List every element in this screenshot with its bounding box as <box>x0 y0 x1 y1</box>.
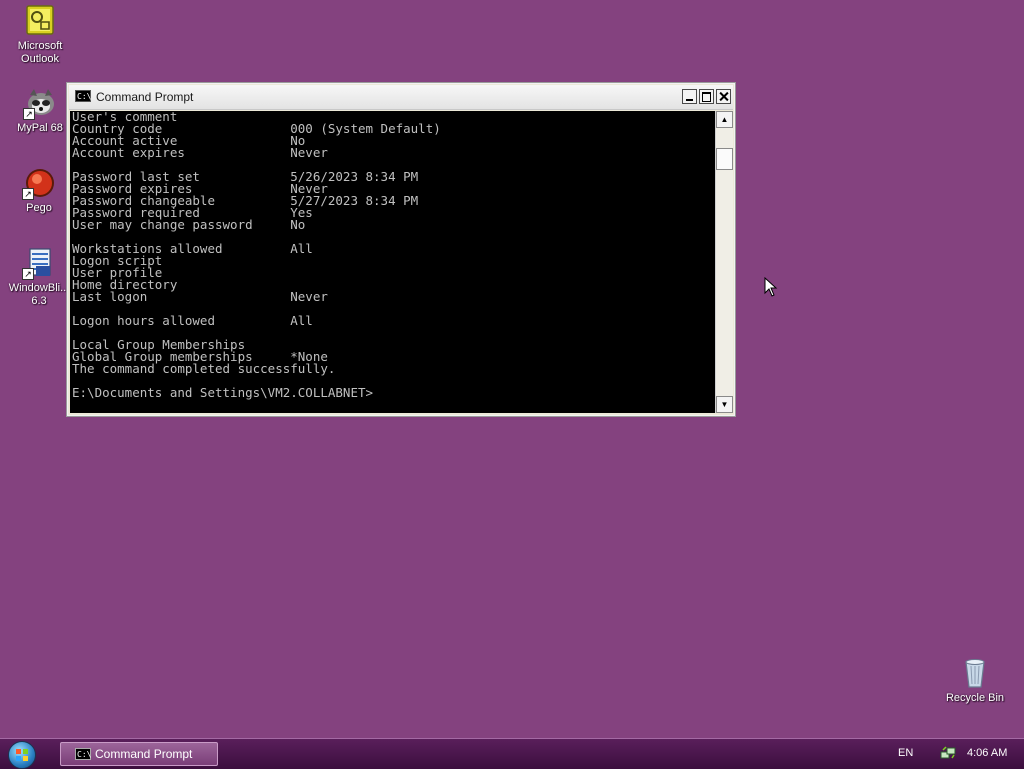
window-title: Command Prompt <box>96 90 194 104</box>
scrollbar-thumb[interactable] <box>716 148 733 170</box>
vertical-scrollbar[interactable]: ▲ ▼ <box>715 111 733 413</box>
pego-icon: ↗ <box>22 166 56 200</box>
desktop-icon-recycle-bin[interactable]: Recycle Bin <box>936 656 1014 705</box>
window-titlebar[interactable]: C:\ Command Prompt <box>69 85 733 110</box>
shortcut-arrow-icon: ↗ <box>22 268 34 280</box>
taskbar-item-label: Command Prompt <box>95 747 193 761</box>
scroll-up-arrow-icon[interactable]: ▲ <box>716 111 733 128</box>
language-indicator[interactable]: EN <box>898 747 913 759</box>
mypal-icon: ↗ <box>23 86 57 120</box>
cmd-icon: C:\ <box>75 748 92 760</box>
scroll-down-arrow-icon[interactable]: ▼ <box>716 396 733 413</box>
taskbar: C:\ Command Prompt EN 4:06 AM <box>0 738 1024 769</box>
maximize-button[interactable] <box>699 89 714 104</box>
recycle-bin-icon <box>958 656 992 690</box>
taskbar-item-command-prompt[interactable]: C:\ Command Prompt <box>60 742 218 766</box>
shortcut-arrow-icon: ↗ <box>22 188 34 200</box>
windowblinds-icon: ↗ <box>22 246 56 280</box>
desktop: Microsoft Outlook ↗ MyPal 68 ↗ Pego ↗ Wi… <box>0 0 1024 738</box>
close-button[interactable] <box>716 89 731 104</box>
desktop-icon-label: Recycle Bin <box>945 692 1005 704</box>
mouse-cursor-icon <box>764 277 778 297</box>
command-prompt-window[interactable]: C:\ Command Prompt User's comment Countr… <box>66 82 736 417</box>
minimize-button[interactable] <box>682 89 697 104</box>
console-output[interactable]: User's comment Country code 000 (System … <box>70 111 715 413</box>
desktop-icon-label: Microsoft Outlook <box>17 40 63 65</box>
network-icon[interactable] <box>940 746 956 760</box>
cmd-icon[interactable]: C:\ <box>75 90 91 102</box>
clock[interactable]: 4:06 AM <box>967 747 1007 759</box>
windows-start-orb-icon[interactable] <box>8 741 36 769</box>
outlook-icon <box>23 4 57 38</box>
console-text: User's comment Country code 000 (System … <box>72 111 441 400</box>
desktop-icon-outlook[interactable]: Microsoft Outlook <box>1 4 79 66</box>
shortcut-arrow-icon: ↗ <box>23 108 35 120</box>
